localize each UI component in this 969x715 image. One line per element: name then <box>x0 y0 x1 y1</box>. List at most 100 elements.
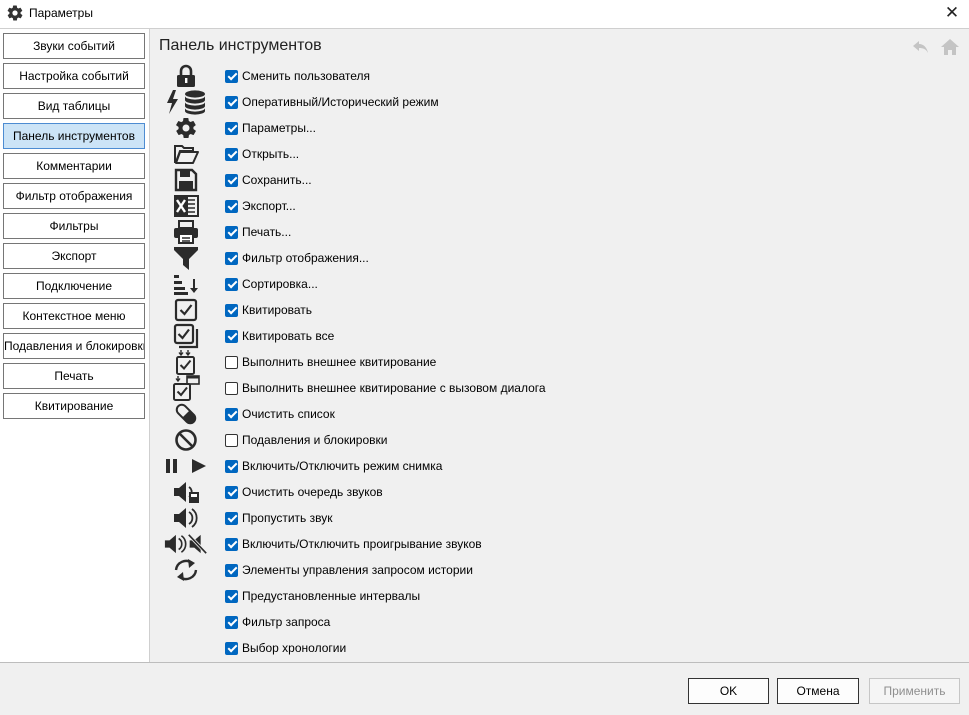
cancel-button[interactable]: Отмена <box>777 678 859 704</box>
ok-button[interactable]: OK <box>688 678 769 704</box>
tool-option-label: Выполнить внешнее квитирование с вызовом… <box>242 381 546 395</box>
speaker-clear-icon <box>164 479 208 505</box>
gear-icon <box>6 4 24 22</box>
printer-icon <box>164 219 208 245</box>
sidebar-item-event-sounds[interactable]: Звуки событий <box>3 33 145 59</box>
tool-option[interactable]: Предустановленные интервалы <box>225 586 420 606</box>
sidebar-item-connection[interactable]: Подключение <box>3 273 145 299</box>
tool-option[interactable]: Параметры... <box>225 118 316 138</box>
sidebar-item-table-view[interactable]: Вид таблицы <box>3 93 145 119</box>
tool-option[interactable]: Фильтр запроса <box>225 612 330 632</box>
tool-option[interactable]: Оперативный/Исторический режим <box>225 92 439 112</box>
tool-option[interactable]: Сменить пользователя <box>225 66 370 86</box>
tool-option-label: Выбор хронологии <box>242 641 347 655</box>
tool-option[interactable]: Подавления и блокировки <box>225 430 387 450</box>
checkbox-all-icon <box>164 323 208 349</box>
checkbox[interactable] <box>225 485 238 499</box>
tool-option-label: Открыть... <box>242 147 300 161</box>
checkbox[interactable] <box>225 277 238 291</box>
speaker-skip-icon <box>164 505 208 531</box>
checkbox[interactable] <box>225 537 238 551</box>
home-icon[interactable] <box>940 37 960 57</box>
checkbox[interactable] <box>225 225 238 239</box>
sidebar-item-context-menu[interactable]: Контекстное меню <box>3 303 145 329</box>
tool-option-label: Квитировать все <box>242 329 335 343</box>
checkbox[interactable] <box>225 433 238 447</box>
sidebar-item-toolbar[interactable]: Панель инструментов <box>3 123 145 149</box>
sidebar-item-suppression[interactable]: Подавления и блокировки <box>3 333 145 359</box>
sidebar-item-print[interactable]: Печать <box>3 363 145 389</box>
tool-option[interactable]: Экспорт... <box>225 196 296 216</box>
lock-icon <box>164 63 208 89</box>
tool-option-label: Элементы управления запросом истории <box>242 563 473 577</box>
eraser-icon <box>164 401 208 427</box>
sidebar-item-event-settings[interactable]: Настройка событий <box>3 63 145 89</box>
floppy-disk-icon <box>164 167 208 193</box>
checkbox[interactable] <box>225 95 238 109</box>
checkbox[interactable] <box>225 511 238 525</box>
tool-option[interactable]: Включить/Отключить проигрывание звуков <box>225 534 482 554</box>
tool-option[interactable]: Квитировать <box>225 300 312 320</box>
tool-option-label: Подавления и блокировки <box>242 433 388 447</box>
tool-option[interactable]: Сохранить... <box>225 170 312 190</box>
pause-play-icon <box>164 453 208 479</box>
funnel-icon <box>164 245 208 271</box>
tool-option[interactable]: Квитировать все <box>225 326 334 346</box>
checkbox[interactable] <box>225 563 238 577</box>
title-bar: Параметры ✕ <box>0 0 969 27</box>
tool-option-label: Сортировка... <box>242 277 318 291</box>
checkbox[interactable] <box>225 407 238 421</box>
close-icon[interactable]: ✕ <box>940 2 964 24</box>
tool-option-label: Экспорт... <box>242 199 296 213</box>
sidebar-item-filters[interactable]: Фильтры <box>3 213 145 239</box>
tool-option[interactable]: Пропустить звук <box>225 508 332 528</box>
tool-option[interactable]: Печать... <box>225 222 291 242</box>
external-acknowledge-dialog-icon <box>164 375 208 401</box>
sidebar-item-acknowledge[interactable]: Квитирование <box>3 393 145 419</box>
checkbox[interactable] <box>225 199 238 213</box>
checkbox[interactable] <box>225 251 238 265</box>
tool-option[interactable]: Сортировка... <box>225 274 318 294</box>
checkbox[interactable] <box>225 303 238 317</box>
tool-option-label: Квитировать <box>242 303 313 317</box>
checkbox[interactable] <box>225 147 238 161</box>
tool-option-label: Предустановленные интервалы <box>242 589 421 603</box>
tool-option[interactable]: Очистить список <box>225 404 335 424</box>
tool-option-label: Пропустить звук <box>242 511 333 525</box>
checkbox[interactable] <box>225 641 238 655</box>
tool-option-label: Очистить очередь звуков <box>242 485 383 499</box>
checkbox[interactable] <box>225 381 238 395</box>
window-title: Параметры <box>29 6 93 20</box>
checkbox[interactable] <box>225 329 238 343</box>
prohibited-icon <box>164 427 208 453</box>
gear-icon <box>164 115 208 141</box>
checkbox[interactable] <box>225 69 238 83</box>
tool-option-label: Оперативный/Исторический режим <box>242 95 439 109</box>
tool-option-label: Печать... <box>242 225 292 239</box>
tool-option-label: Фильтр отображения... <box>242 251 369 265</box>
checkbox[interactable] <box>225 459 238 473</box>
tool-option[interactable]: Открыть... <box>225 144 299 164</box>
tool-option[interactable]: Очистить очередь звуков <box>225 482 383 502</box>
checkbox[interactable] <box>225 121 238 135</box>
tool-option-label: Включить/Отключить режим снимка <box>242 459 443 473</box>
tool-option[interactable]: Элементы управления запросом истории <box>225 560 473 580</box>
checkbox[interactable] <box>225 173 238 187</box>
checkbox[interactable] <box>225 615 238 629</box>
tool-option-label: Параметры... <box>242 121 316 135</box>
apply-button[interactable]: Применить <box>869 678 960 704</box>
tool-option[interactable]: Фильтр отображения... <box>225 248 369 268</box>
lightning-database-icon <box>164 89 208 115</box>
content-panel: Панель инструментов Сменить пользователя… <box>150 28 969 662</box>
sidebar-item-display-filter[interactable]: Фильтр отображения <box>3 183 145 209</box>
tool-option[interactable]: Выбор хронологии <box>225 638 346 658</box>
checkbox[interactable] <box>225 589 238 603</box>
sidebar-item-export[interactable]: Экспорт <box>3 243 145 269</box>
checkbox[interactable] <box>225 355 238 369</box>
tool-option[interactable]: Выполнить внешнее квитирование <box>225 352 436 372</box>
tool-option[interactable]: Выполнить внешнее квитирование с вызовом… <box>225 378 546 398</box>
tool-option[interactable]: Включить/Отключить режим снимка <box>225 456 442 476</box>
tool-option-label: Сменить пользователя <box>242 69 370 83</box>
undo-arrow-icon[interactable] <box>911 37 931 57</box>
sidebar-item-comments[interactable]: Комментарии <box>3 153 145 179</box>
